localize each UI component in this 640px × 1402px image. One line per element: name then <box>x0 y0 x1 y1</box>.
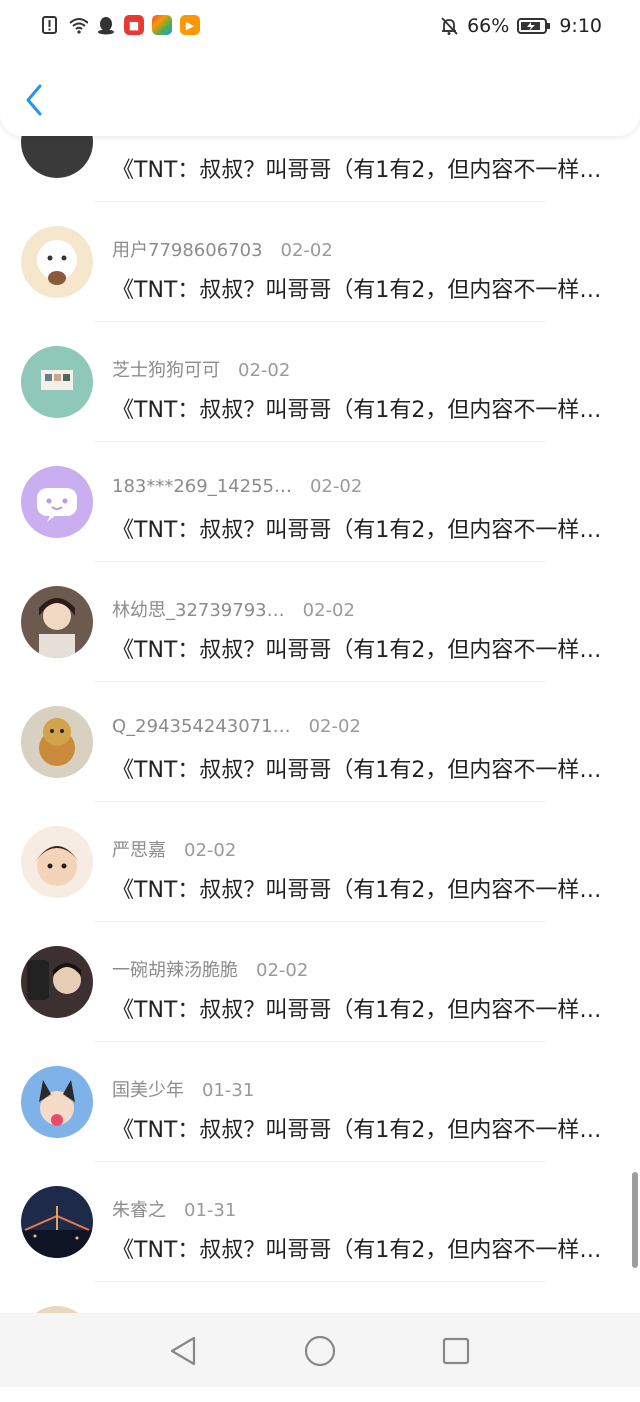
user-name[interactable]: 用户7798606703 <box>112 240 263 261</box>
nav-back-button[interactable] <box>166 1333 202 1369</box>
list-item[interactable]: 朱睿之 01-31 《TNT：叔叔？叫哥哥（有1有2，但内容不一样）》 <box>0 1162 640 1282</box>
comment-date: 01-31 <box>202 1080 255 1101</box>
qq-icon <box>96 15 116 35</box>
avatar-image <box>37 240 77 285</box>
avatar-image <box>27 960 81 1000</box>
comment-text: 《TNT：叔叔？叫哥哥（有1有2，但内容不一样）》 <box>112 998 612 1023</box>
clock: 9:10 <box>559 15 602 37</box>
comment-text: 《TNT：叔叔？叫哥哥（有1有2，但内容不一样）》 <box>112 878 612 903</box>
comment-meta: 芝士狗狗可可 02-02 <box>112 356 290 382</box>
comment-date: 02-02 <box>256 960 309 981</box>
comment-text: 《TNT：叔叔？叫哥哥（有1有2，但内容不一样）》 <box>112 158 612 183</box>
comment-meta: 183***269_14255… 02-02 <box>112 476 362 497</box>
battery-percent: 66% <box>467 15 510 37</box>
list-item[interactable]: 严思嘉 02-02 《TNT：叔叔？叫哥哥（有1有2，但内容不一样）》 <box>0 802 640 922</box>
app-multicolor-icon <box>152 15 172 35</box>
user-name[interactable]: 一碗胡辣汤脆脆 <box>112 960 238 981</box>
list-item[interactable]: 芝士狗狗可可 02-02 《TNT：叔叔？叫哥哥（有1有2，但内容不一样）》 <box>0 322 640 442</box>
nav-recents-button[interactable] <box>438 1333 474 1369</box>
comment-date: 02-02 <box>238 360 291 381</box>
avatar-image <box>41 370 73 390</box>
avatar[interactable] <box>21 706 93 778</box>
comment-date: 01-31 <box>184 1200 237 1221</box>
comment-meta: 严思嘉 02-02 <box>112 836 236 862</box>
avatar[interactable] <box>21 466 93 538</box>
comment-meta: 林幼思_32739793… 02-02 <box>112 596 355 622</box>
wifi-icon <box>68 15 88 35</box>
avatar-image <box>39 718 75 766</box>
list-item[interactable]: Q_294354243071… 02-02 《TNT：叔叔？叫哥哥（有1有2，但内… <box>0 682 640 802</box>
user-name[interactable]: 朱睿之 <box>112 1200 166 1221</box>
chat-bubble-icon <box>37 488 77 522</box>
comment-meta: 用户7798606703 02-02 <box>112 236 333 262</box>
avatar[interactable] <box>21 226 93 298</box>
comment-meta: 国美少年 01-31 <box>112 1076 254 1102</box>
comment-date: 02-02 <box>309 476 363 497</box>
app-red-icon: ■ <box>124 15 144 35</box>
comment-text: 《TNT：叔叔？叫哥哥（有1有2，但内容不一样）》 <box>112 758 612 783</box>
square-recents-icon <box>442 1337 470 1365</box>
avatar[interactable] <box>21 346 93 418</box>
status-icons-left: ■ ▶ <box>40 15 200 35</box>
comment-date: 02-02 <box>302 600 355 621</box>
comment-meta: Q_294354243071… 02-02 <box>112 716 361 737</box>
alert-icon <box>40 15 60 35</box>
user-name[interactable]: 芝士狗狗可可 <box>112 360 220 381</box>
chevron-left-icon <box>26 84 42 116</box>
nav-home-button[interactable] <box>302 1333 338 1369</box>
battery-icon <box>517 16 551 36</box>
avatar[interactable] <box>21 946 93 1018</box>
bell-off-icon <box>439 16 459 36</box>
avatar-image <box>35 846 79 886</box>
comment-text: 《TNT：叔叔？叫哥哥（有1有2，但内容不一样）》 <box>112 638 612 663</box>
status-icons-right: 66% 9:10 <box>439 15 602 37</box>
user-name[interactable]: 183***269_14255… <box>112 476 292 497</box>
avatar[interactable] <box>21 1066 93 1138</box>
scrollbar-thumb[interactable] <box>632 1172 638 1268</box>
avatar-image <box>39 1080 75 1126</box>
list-item[interactable]: 林幼思_32739793… 02-02 《TNT：叔叔？叫哥哥（有1有2，但内容不… <box>0 562 640 682</box>
comment-text: 《TNT：叔叔？叫哥哥（有1有2，但内容不一样）》 <box>112 278 612 303</box>
user-name[interactable]: 国美少年 <box>112 1080 184 1101</box>
user-name[interactable]: Q_294354243071… <box>112 716 291 737</box>
comment-text: 《TNT：叔叔？叫哥哥（有1有2，但内容不一样）》 <box>112 1118 612 1143</box>
avatar[interactable] <box>21 586 93 658</box>
list-item[interactable]: 183***269_14255… 02-02 《TNT：叔叔？叫哥哥（有1有2，但… <box>0 442 640 562</box>
user-name[interactable]: 严思嘉 <box>112 840 166 861</box>
comment-date: 02-02 <box>280 240 333 261</box>
comment-date: 02-02 <box>184 840 237 861</box>
top-header <box>0 56 640 136</box>
comment-text: 《TNT：叔叔？叫哥哥（有1有2，但内容不一样）》 <box>112 1238 612 1263</box>
list-item[interactable]: 一碗胡辣汤脆脆 02-02 《TNT：叔叔？叫哥哥（有1有2，但内容不一样）》 <box>0 922 640 1042</box>
avatar[interactable] <box>21 826 93 898</box>
user-name[interactable]: 林幼思_32739793… <box>112 600 285 621</box>
circle-home-icon <box>304 1335 336 1367</box>
avatar[interactable] <box>21 1186 93 1258</box>
comment-text: 《TNT：叔叔？叫哥哥（有1有2，但内容不一样）》 <box>112 398 612 423</box>
avatar-image <box>21 1206 93 1258</box>
comment-meta: 一碗胡辣汤脆脆 02-02 <box>112 956 308 982</box>
back-button[interactable] <box>20 80 54 120</box>
comment-meta: 朱睿之 01-31 <box>112 1196 236 1222</box>
list-item[interactable]: 国美少年 01-31 《TNT：叔叔？叫哥哥（有1有2，但内容不一样）》 <box>0 1042 640 1162</box>
comment-text: 《TNT：叔叔？叫哥哥（有1有2，但内容不一样）》 <box>112 518 612 543</box>
comment-date: 02-02 <box>308 716 361 737</box>
status-bar: ■ ▶ 66% 9:10 <box>0 0 640 56</box>
system-nav-bar <box>0 1313 640 1387</box>
avatar-image <box>39 598 75 658</box>
triangle-back-icon <box>170 1336 196 1366</box>
list-item[interactable]: 用户7798606703 02-02 《TNT：叔叔？叫哥哥（有1有2，但内容不一… <box>0 202 640 322</box>
app-orange-play-icon: ▶ <box>180 15 200 35</box>
